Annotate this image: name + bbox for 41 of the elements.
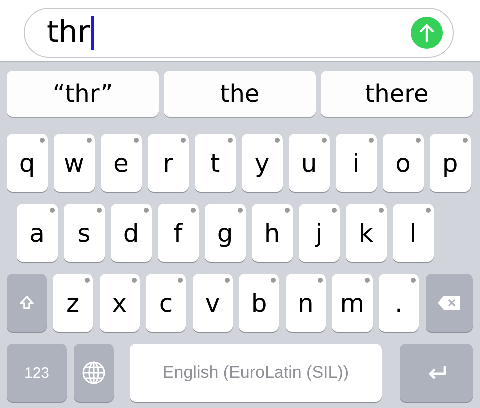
field-value: thr [47,18,90,48]
letter-key[interactable]: v [192,274,233,332]
shift-icon [18,295,35,311]
text-cursor [91,16,94,50]
letter-key[interactable]: h [252,204,292,262]
globe-key[interactable] [74,344,114,402]
letter-key[interactable]: m [332,274,372,332]
letter-key[interactable]: k [346,204,386,262]
letter-key[interactable]: g [205,204,246,262]
letter-key[interactable]: e [101,134,142,192]
letter-key[interactable]: l [393,204,434,262]
letter-key[interactable]: a [17,204,58,262]
letter-key[interactable]: f [158,204,198,262]
letter-key[interactable]: i [336,134,376,192]
letter-key[interactable]: y [242,134,282,192]
letter-key[interactable]: c [146,274,186,332]
return-key[interactable] [400,344,473,402]
letter-key[interactable]: d [111,204,152,262]
letter-key[interactable]: u [289,134,330,192]
suggestion-button[interactable]: “thr” [7,71,159,117]
letter-key[interactable]: z [53,274,94,332]
letter-key[interactable]: q [7,134,48,192]
letter-key[interactable]: b [239,274,280,332]
message-field[interactable]: thr [24,8,454,58]
globe-icon [82,361,106,385]
shift-key[interactable] [7,274,47,332]
backspace-icon [437,295,462,311]
letter-key[interactable]: r [148,134,188,192]
letter-key[interactable]: t [195,134,236,192]
suggestion-button[interactable]: the [164,71,316,117]
letter-key[interactable]: j [299,204,340,262]
backspace-key[interactable] [426,274,474,332]
letter-key[interactable]: w [54,134,94,192]
letter-key[interactable]: . [379,274,420,332]
letter-key[interactable]: s [64,204,104,262]
letter-key[interactable]: x [100,274,140,332]
suggestion-button[interactable]: there [321,71,473,117]
letter-key[interactable]: n [286,274,326,332]
send-button[interactable] [411,17,443,49]
letter-key[interactable]: p [430,134,470,192]
letter-key[interactable]: o [383,134,424,192]
